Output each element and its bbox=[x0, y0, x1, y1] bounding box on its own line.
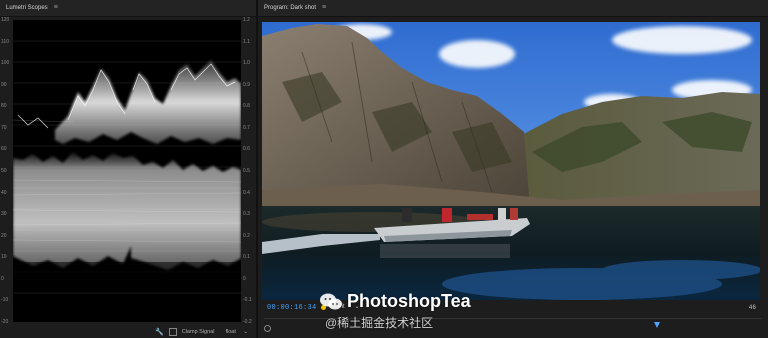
program-controls-bar: 00:00:16:34 Fit ⌄ 46 bbox=[258, 301, 768, 315]
scale-tick-right: 1.0 bbox=[243, 60, 250, 67]
program-tab-bar: Program: Dark shot ≡ bbox=[258, 0, 768, 17]
bit-depth-value: float bbox=[225, 328, 236, 335]
scale-tick-right: 0.4 bbox=[243, 189, 250, 196]
program-panel-menu-icon[interactable]: ≡ bbox=[322, 0, 326, 16]
scale-tick-right: 0 bbox=[243, 275, 246, 282]
program-tab-label: Program: Dark shot bbox=[264, 5, 317, 11]
scale-tick-right: -0.1 bbox=[243, 297, 252, 304]
marker-dot[interactable] bbox=[321, 305, 326, 310]
clamp-signal-checkbox[interactable] bbox=[168, 327, 177, 336]
scale-tick-left: 90 bbox=[1, 81, 7, 88]
bit-depth-select[interactable]: float ⌄ bbox=[225, 329, 248, 335]
duration-timecode: 46 bbox=[748, 304, 756, 311]
lumetri-scopes-panel: Lumetri Scopes ≡ 120 110 100 90 80 70 60 50 40 30… bbox=[0, 0, 256, 338]
program-video-frame[interactable] bbox=[262, 22, 760, 300]
scale-tick-left: 40 bbox=[1, 189, 7, 196]
scale-tick-left: 0 bbox=[1, 275, 4, 282]
scale-tick-left: 30 bbox=[1, 211, 7, 218]
program-monitor-panel: Program: Dark shot ≡ 00:00:16:34 Fit ⌄ 4… bbox=[258, 0, 768, 338]
scale-tick-right: 0.6 bbox=[243, 146, 250, 153]
scale-tick-right: 1.2 bbox=[243, 17, 250, 23]
wrench-icon[interactable]: 🔧 bbox=[155, 328, 164, 336]
scopes-tab-label: Lumetri Scopes bbox=[6, 5, 48, 11]
scale-tick-right: 0.1 bbox=[243, 254, 250, 261]
playhead-timecode[interactable]: 00:00:16:34 bbox=[267, 304, 317, 312]
luma-waveform-scope bbox=[13, 20, 241, 322]
zoom-select[interactable]: Fit ⌄ bbox=[338, 303, 360, 311]
scale-tick-left: 20 bbox=[1, 232, 7, 239]
zoom-value: Fit bbox=[338, 303, 345, 310]
scale-tick-left: 10 bbox=[1, 254, 7, 261]
scale-tick-left: 120 bbox=[1, 17, 10, 23]
tab-program[interactable]: Program: Dark shot ≡ bbox=[264, 0, 326, 16]
video-frame-image bbox=[262, 22, 760, 300]
scale-tick-right: 1.1 bbox=[243, 38, 250, 45]
scale-tick-left: 80 bbox=[1, 103, 7, 110]
scale-tick-left: 70 bbox=[1, 124, 7, 131]
chevron-down-icon: ⌄ bbox=[354, 304, 360, 310]
scale-tick-right: 0.2 bbox=[243, 232, 250, 239]
scale-tick-left: 110 bbox=[1, 38, 9, 45]
scale-tick-right: 0.5 bbox=[243, 168, 250, 174]
panel-menu-icon[interactable]: ≡ bbox=[54, 0, 58, 16]
scale-tick-left: 100 bbox=[1, 60, 10, 67]
scale-tick-right: 0.3 bbox=[243, 211, 250, 218]
waveform-graphic bbox=[13, 40, 241, 294]
playhead-indicator[interactable] bbox=[654, 322, 660, 328]
scale-tick-right: 0.8 bbox=[243, 103, 250, 110]
scale-tick-left: -10 bbox=[1, 297, 9, 304]
in-point-handle[interactable] bbox=[264, 325, 271, 332]
tab-lumetri-scopes[interactable]: Lumetri Scopes ≡ bbox=[6, 0, 58, 16]
scale-tick-right: 0.9 bbox=[243, 81, 250, 88]
mini-timeline[interactable] bbox=[264, 318, 762, 333]
chevron-down-icon: ⌄ bbox=[243, 328, 248, 335]
scopes-tab-bar: Lumetri Scopes ≡ bbox=[0, 0, 256, 17]
scale-tick-right: 0.7 bbox=[243, 124, 250, 131]
clamp-signal-label: Clamp Signal bbox=[181, 328, 215, 335]
scale-tick-left: 60 bbox=[1, 146, 7, 153]
scopes-footer: 🔧 Clamp Signal float ⌄ bbox=[0, 325, 256, 338]
scale-tick-left: 50 bbox=[1, 168, 7, 174]
